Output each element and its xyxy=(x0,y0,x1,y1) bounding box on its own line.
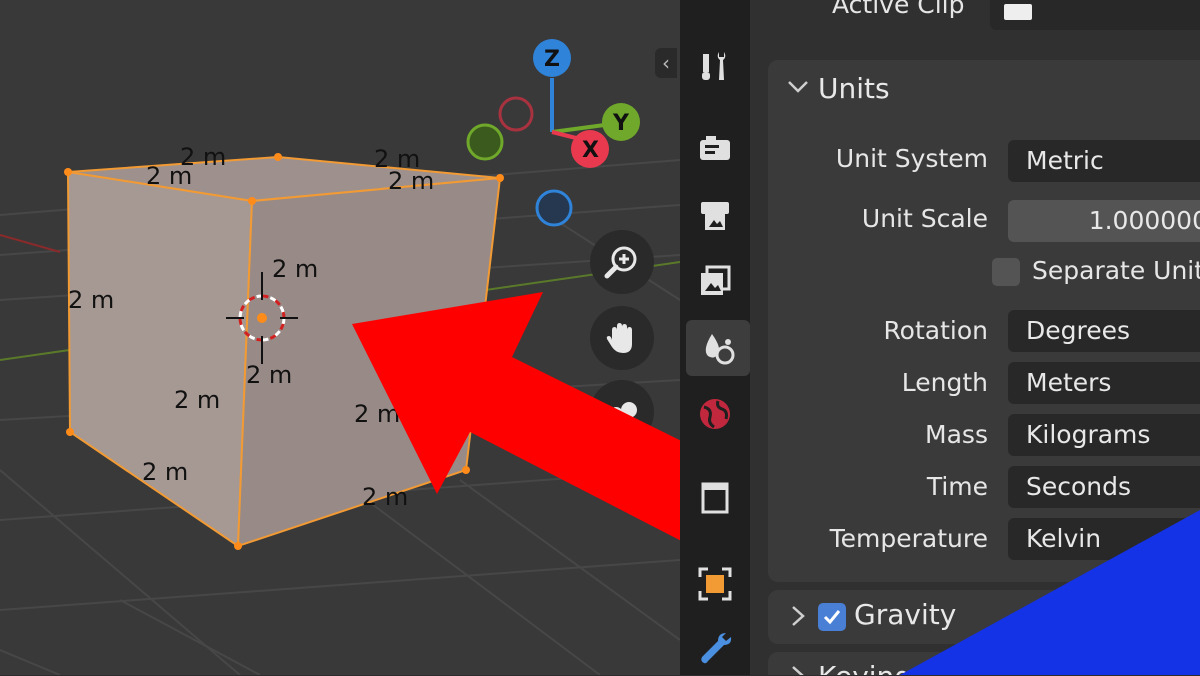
scene-tab-icon xyxy=(705,334,735,365)
unit-scale-label: Unit Scale xyxy=(861,204,988,233)
tool-tab[interactable] xyxy=(688,38,742,94)
chevron-right-icon[interactable] xyxy=(788,604,808,634)
active-clip-field[interactable] xyxy=(990,0,1200,30)
object-tab-icon xyxy=(698,567,732,601)
checkmark-icon xyxy=(823,610,841,625)
clip-icon xyxy=(1004,4,1032,20)
modifier-tab[interactable] xyxy=(688,620,742,676)
world-tab[interactable] xyxy=(688,386,742,442)
chevron-right-icon[interactable] xyxy=(788,664,808,675)
properties-tab-bar xyxy=(680,0,750,675)
collection-tab-icon xyxy=(701,482,729,514)
object-tab[interactable] xyxy=(688,556,742,612)
tool-tab-icon xyxy=(702,52,726,80)
units-panel: Units Unit System Metric Unit Scale 1.00… xyxy=(768,60,1200,582)
length-dropdown[interactable]: Meters xyxy=(1008,362,1200,404)
modifier-tab-icon xyxy=(701,633,732,664)
separate-units-label: Separate Units xyxy=(1032,256,1200,285)
output-tab-icon xyxy=(701,202,729,230)
gravity-checkbox[interactable] xyxy=(818,603,846,631)
scene-tab[interactable] xyxy=(686,320,750,376)
collection-tab[interactable] xyxy=(688,470,742,526)
output-tab[interactable] xyxy=(688,188,742,244)
view-layer-tab[interactable] xyxy=(688,254,742,310)
separate-units-checkbox[interactable] xyxy=(992,258,1020,286)
unit-system-label: Unit System xyxy=(835,144,988,173)
render-tab-icon xyxy=(700,136,730,160)
active-clip-label: Active Clip xyxy=(832,0,965,19)
time-label: Time xyxy=(926,472,988,501)
rotation-label: Rotation xyxy=(883,316,988,345)
chevron-down-icon[interactable] xyxy=(786,74,810,104)
view-layer-tab-icon xyxy=(701,265,731,295)
length-label: Length xyxy=(901,368,988,397)
units-panel-title[interactable]: Units xyxy=(818,72,890,105)
3d-viewport[interactable]: 2 m 2 m 2 m 2 m 2 m 2 m 2 m 2 m 2 m 2 m … xyxy=(0,0,680,675)
collapse-sidebar-icon[interactable]: ‹ xyxy=(655,48,677,78)
unit-scale-field[interactable]: 1.000000 xyxy=(1008,200,1200,242)
unit-system-dropdown[interactable]: Metric xyxy=(1008,140,1200,182)
render-tab[interactable] xyxy=(688,120,742,176)
blue-corner-decoration xyxy=(900,510,1200,675)
time-dropdown[interactable]: Seconds xyxy=(1008,466,1200,508)
mass-label: Mass xyxy=(925,420,988,449)
rotation-dropdown[interactable]: Degrees xyxy=(1008,310,1200,352)
mass-dropdown[interactable]: Kilograms xyxy=(1008,414,1200,456)
red-arrow-annotation xyxy=(352,292,680,541)
world-tab-icon xyxy=(700,399,730,429)
